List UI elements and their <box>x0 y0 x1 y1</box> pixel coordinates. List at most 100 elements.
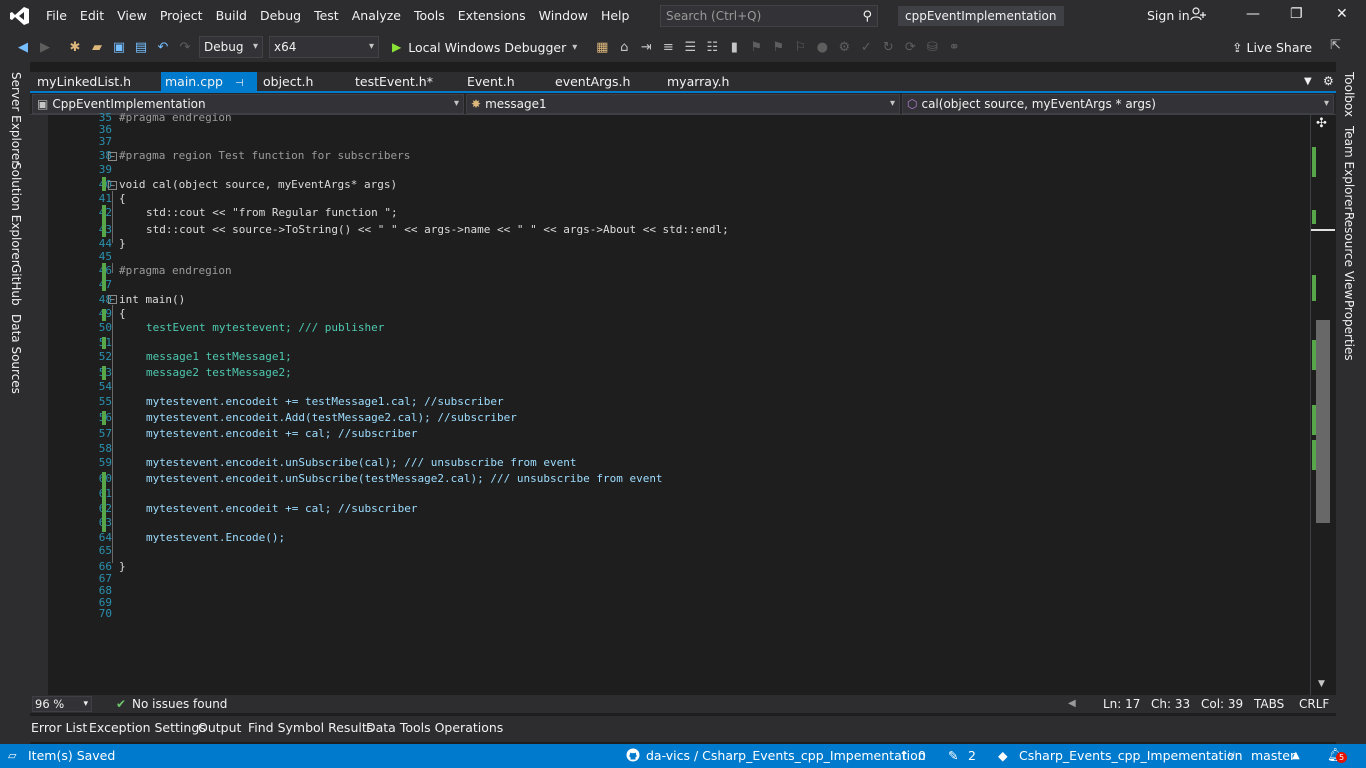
menu-debug[interactable]: Debug <box>254 0 308 32</box>
pencil-icon[interactable]: ✎ <box>948 744 958 768</box>
collapse-region-icon[interactable]: − <box>108 152 117 161</box>
push-arrow-icon[interactable]: ↑ <box>899 744 909 768</box>
repository-name[interactable]: Csharp_Events_cpp_Impementation <box>1019 744 1243 768</box>
menu-project[interactable]: Project <box>154 0 210 32</box>
data-sources-tab[interactable]: Data Sources <box>9 314 23 394</box>
changes-count[interactable]: 2 <box>968 744 976 768</box>
browser-icon[interactable]: ⌂ <box>613 40 635 55</box>
split-window-icon[interactable]: ✣ <box>1316 116 1327 131</box>
zoom-select[interactable]: 96 % ▾ <box>32 696 92 712</box>
branch-name[interactable]: master <box>1251 744 1295 768</box>
menu-view[interactable]: View <box>111 0 154 32</box>
menu-edit[interactable]: Edit <box>74 0 111 32</box>
undo-icon[interactable]: ↶ <box>152 40 174 55</box>
live-share-button[interactable]: ⇪ Live Share <box>1232 40 1312 55</box>
back-icon[interactable]: ◀ <box>12 40 34 55</box>
new-project-icon[interactable]: ✱ <box>64 40 86 55</box>
type-select[interactable]: ✸ message1 <box>466 94 900 114</box>
tab-main-cpp[interactable]: main.cpp ⊣ ✕ <box>161 72 257 110</box>
properties-tab[interactable]: Properties <box>1342 300 1356 361</box>
menu-window[interactable]: Window <box>533 0 595 32</box>
nav-back-icon[interactable]: ◀ <box>1068 695 1076 713</box>
branch-icon[interactable]: ⑂ <box>1228 744 1236 768</box>
sign-in-link[interactable]: Sign in <box>1147 8 1190 23</box>
restore-icon[interactable]: ❐ <box>1290 6 1303 22</box>
comment-icon[interactable]: ☰ <box>679 40 701 55</box>
tab-overflow-icon[interactable]: ▼ <box>1304 72 1312 92</box>
close-icon[interactable]: ✕ <box>1336 6 1348 22</box>
configuration-select[interactable]: Debug <box>199 36 263 58</box>
solution-icon[interactable]: ▦ <box>591 40 613 55</box>
branch-chevron-icon[interactable]: ▲ <box>1292 744 1300 768</box>
collapse-function-icon[interactable]: − <box>108 181 117 190</box>
account-icon[interactable] <box>1190 7 1206 25</box>
menu-tools[interactable]: Tools <box>408 0 452 32</box>
search-input[interactable]: Search (Ctrl+Q) ⚲ <box>660 5 878 27</box>
chevron-down-icon[interactable]: ▾ <box>572 42 577 53</box>
github-tab[interactable]: GitHub <box>9 264 23 306</box>
code-editor[interactable]: 35 36 37 38 39 40 41 42 43 44 45 46 47 4… <box>30 111 1336 695</box>
check-icon[interactable]: ✓ <box>855 40 877 55</box>
line-indicator[interactable]: Ln: 17 <box>1103 695 1140 713</box>
tab-event-h[interactable]: Event.h <box>467 72 515 92</box>
code-area[interactable]: 35 36 37 38 39 40 41 42 43 44 45 46 47 4… <box>30 111 1310 695</box>
next-bookmark-icon[interactable]: ⚑ <box>767 40 789 55</box>
menu-build[interactable]: Build <box>210 0 254 32</box>
repository-link[interactable]: da-vics / Csharp_Events_cpp_Impementatio… <box>646 744 926 768</box>
platform-select[interactable]: x64 <box>269 36 379 58</box>
menu-extensions[interactable]: Extensions <box>452 0 533 32</box>
menu-file[interactable]: File <box>40 0 74 32</box>
scrollbar-thumb[interactable] <box>1316 320 1330 523</box>
clear-bookmarks-icon[interactable]: ⚐ <box>789 40 811 55</box>
solution-explorer-tab[interactable]: Solution Explorer <box>9 162 23 265</box>
tab-settings-gear-icon[interactable]: ⚙ <box>1323 72 1334 92</box>
member-select[interactable]: ⬡ cal(object source, myEventArgs * args) <box>902 94 1334 114</box>
scroll-down-icon[interactable]: ▼ <box>1318 679 1325 689</box>
tab-testevent-h[interactable]: testEvent.h* <box>355 72 433 92</box>
minimize-icon[interactable]: — <box>1246 6 1260 22</box>
indent-mode[interactable]: TABS <box>1254 695 1284 713</box>
tab-eventargs-h[interactable]: eventArgs.h <box>555 72 630 92</box>
toolbox-tab[interactable]: Toolbox <box>1342 72 1356 117</box>
open-file-icon[interactable]: ▰ <box>86 40 108 55</box>
menu-test[interactable]: Test <box>308 0 346 32</box>
compare-icon[interactable]: ⚭ <box>943 40 965 55</box>
server-explorer-tab[interactable]: Server Explorer <box>9 72 23 165</box>
step-icon[interactable]: ⇥ <box>635 40 657 55</box>
push-count[interactable]: 0 <box>918 744 926 768</box>
tab-myarray-h[interactable]: myarray.h <box>667 72 729 92</box>
column-indicator[interactable]: Col: 39 <box>1201 695 1243 713</box>
breakpoint-icon[interactable]: ● <box>811 40 833 55</box>
tab-data-tools-operations[interactable]: Data Tools Operations <box>366 720 503 735</box>
char-indicator[interactable]: Ch: 33 <box>1151 695 1190 713</box>
start-debugging-button[interactable]: ▶ Local Windows Debugger ▾ <box>392 40 577 55</box>
prev-bookmark-icon[interactable]: ⚑ <box>745 40 767 55</box>
collapse-main-icon[interactable]: − <box>108 295 117 304</box>
menu-help[interactable]: Help <box>595 0 637 32</box>
tab-object-h[interactable]: object.h <box>263 72 313 92</box>
attach-icon[interactable]: ⚙ <box>833 40 855 55</box>
reload-icon[interactable]: ⟳ <box>899 40 921 55</box>
redo-icon[interactable]: ↷ <box>174 40 196 55</box>
refresh-icon[interactable]: ↻ <box>877 40 899 55</box>
database-icon[interactable]: ⛁ <box>921 40 943 55</box>
tab-error-list[interactable]: Error List <box>31 720 87 735</box>
indent-icon[interactable]: ≡ <box>657 40 679 55</box>
line-ending[interactable]: CRLF <box>1299 695 1329 713</box>
forward-icon[interactable]: ▶ <box>34 40 56 55</box>
issues-status[interactable]: No issues found <box>132 695 227 713</box>
repo-icon[interactable]: ◆ <box>998 744 1008 768</box>
bookmark-icon[interactable]: ▮ <box>723 40 745 55</box>
pin-icon[interactable]: ⊣ <box>235 78 244 89</box>
tab-mylinkedlist[interactable]: myLinkedList.h <box>37 72 131 92</box>
save-icon[interactable]: ▣ <box>108 40 130 55</box>
resource-view-tab[interactable]: Resource View <box>1342 212 1356 299</box>
uncomment-icon[interactable]: ☷ <box>701 40 723 55</box>
team-explorer-tab[interactable]: Team Explorer <box>1342 126 1356 212</box>
tab-exception-settings[interactable]: Exception Settings <box>89 720 206 735</box>
tab-output[interactable]: Output <box>198 720 241 735</box>
menu-analyze[interactable]: Analyze <box>346 0 408 32</box>
feedback-icon[interactable]: ⇱ <box>1330 38 1341 53</box>
save-all-icon[interactable]: ▤ <box>130 40 152 55</box>
tab-find-symbol-results[interactable]: Find Symbol Results <box>248 720 373 735</box>
